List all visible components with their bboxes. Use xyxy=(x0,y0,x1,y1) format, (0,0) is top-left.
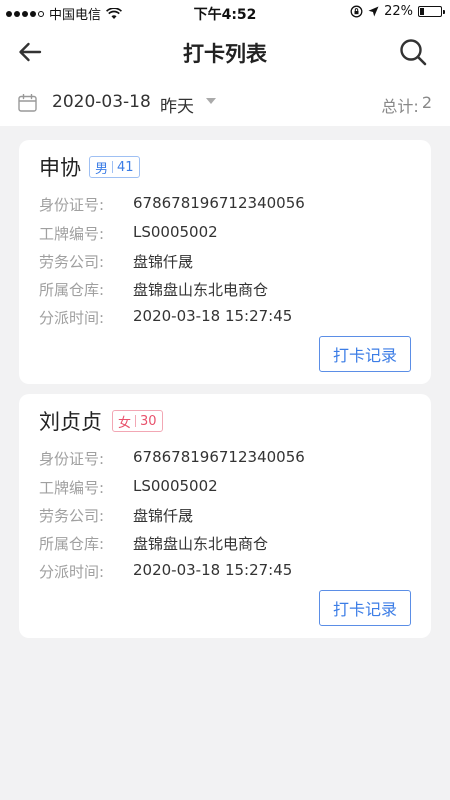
badge-no-row: 工牌编号: LS0005002 xyxy=(39,223,218,243)
labor-company-label: 劳务公司: xyxy=(39,507,105,525)
employee-card: 申协 男 41 身份证号: 678678196712340056 工牌编号: L… xyxy=(19,140,431,384)
badge-no-label: 工牌编号: xyxy=(39,225,105,243)
battery-percent: 22% xyxy=(384,4,413,19)
employee-name: 申协 xyxy=(39,156,81,180)
caret-down-icon[interactable] xyxy=(206,98,216,105)
checkin-record-button[interactable]: 打卡记录 xyxy=(319,336,411,372)
badge-no-value: LS0005002 xyxy=(133,223,218,241)
status-right: 22% xyxy=(350,4,445,19)
labor-company-value: 盘锦仟晟 xyxy=(133,507,194,525)
gender-label: 女 xyxy=(118,415,132,431)
date-filter-bar: 2020-03-18 昨天 总计: 2 xyxy=(0,80,450,126)
warehouse-label: 所属仓库: xyxy=(39,281,105,299)
date-relative-label[interactable]: 昨天 xyxy=(160,92,194,117)
labor-company-label: 劳务公司: xyxy=(39,253,105,271)
checkin-record-button[interactable]: 打卡记录 xyxy=(319,590,411,626)
status-bar: 中国电信 下午4:52 22% xyxy=(0,0,450,24)
employee-name: 刘贞贞 xyxy=(39,410,102,434)
assign-time-label: 分派时间: xyxy=(39,309,105,327)
warehouse-value: 盘锦盘山东北电商仓 xyxy=(133,281,269,299)
id-number-label: 身份证号: xyxy=(39,196,105,214)
date-picker-value[interactable]: 2020-03-18 xyxy=(52,92,151,112)
gender-age-badge: 女 30 xyxy=(112,410,163,432)
badge-no-value: LS0005002 xyxy=(133,477,218,495)
assign-time-value: 2020-03-18 15:27:45 xyxy=(133,561,293,579)
id-number-row: 身份证号: 678678196712340056 xyxy=(39,194,305,214)
assign-time-row: 分派时间: 2020-03-18 15:27:45 xyxy=(39,307,292,327)
badge-no-label: 工牌编号: xyxy=(39,479,105,497)
arrow-left-icon[interactable] xyxy=(16,38,44,66)
page-title: 打卡列表 xyxy=(183,42,267,66)
badge-no-row: 工牌编号: LS0005002 xyxy=(39,477,218,497)
age-label: 30 xyxy=(140,413,157,429)
assign-time-value: 2020-03-18 15:27:45 xyxy=(133,307,293,325)
calendar-icon[interactable] xyxy=(18,94,37,112)
labor-company-row: 劳务公司: 盘锦仟晟 xyxy=(39,251,193,271)
id-number-row: 身份证号: 678678196712340056 xyxy=(39,448,305,468)
battery-icon xyxy=(418,6,445,17)
warehouse-label: 所属仓库: xyxy=(39,535,105,553)
labor-company-value: 盘锦仟晟 xyxy=(133,253,194,271)
warehouse-value: 盘锦盘山东北电商仓 xyxy=(133,535,269,553)
assign-time-row: 分派时间: 2020-03-18 15:27:45 xyxy=(39,561,292,581)
id-number-label: 身份证号: xyxy=(39,450,105,468)
age-label: 41 xyxy=(117,159,134,175)
labor-company-row: 劳务公司: 盘锦仟晟 xyxy=(39,505,193,525)
orientation-lock-icon xyxy=(350,5,363,18)
employee-card: 刘贞贞 女 30 身份证号: 678678196712340056 工牌编号: … xyxy=(19,394,431,638)
id-number-value: 678678196712340056 xyxy=(133,194,305,212)
assign-time-label: 分派时间: xyxy=(39,563,105,581)
gender-age-badge: 男 41 xyxy=(89,156,140,178)
total-value: 2 xyxy=(421,93,432,112)
gender-label: 男 xyxy=(95,161,109,177)
id-number-value: 678678196712340056 xyxy=(133,448,305,466)
warehouse-row: 所属仓库: 盘锦盘山东北电商仓 xyxy=(39,279,268,299)
total-label: 总计: xyxy=(381,97,419,116)
search-icon[interactable] xyxy=(398,37,428,67)
location-arrow-icon xyxy=(368,6,379,17)
warehouse-row: 所属仓库: 盘锦盘山东北电商仓 xyxy=(39,533,268,553)
nav-bar: 打卡列表 xyxy=(0,24,450,80)
total-count: 总计: 2 xyxy=(381,93,432,117)
